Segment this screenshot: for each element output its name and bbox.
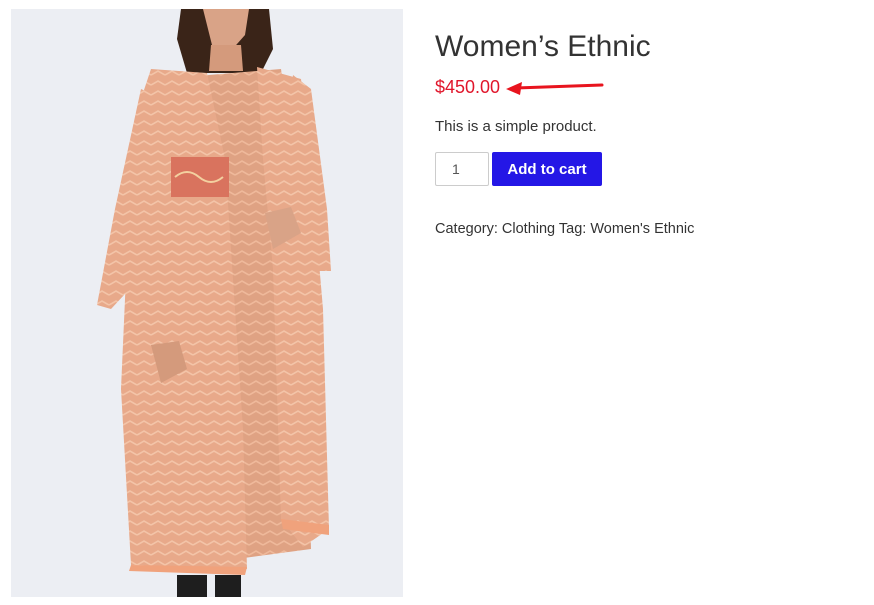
add-to-cart-button[interactable]: Add to cart bbox=[492, 152, 602, 186]
tag-link[interactable]: Women's Ethnic bbox=[590, 221, 694, 237]
tag-label: Tag: bbox=[558, 221, 587, 237]
quantity-input[interactable] bbox=[435, 152, 489, 186]
add-to-cart-form: Add to cart bbox=[435, 152, 602, 186]
product-short-description: This is a simple product. bbox=[435, 118, 597, 135]
product-photo-illustration bbox=[97, 9, 331, 597]
product-image[interactable] bbox=[11, 9, 403, 597]
product-price: $450.00 bbox=[435, 77, 501, 97]
annotation-arrow-icon bbox=[506, 81, 604, 95]
category-link[interactable]: Clothing bbox=[502, 221, 555, 237]
product-meta: Category: Clothing Tag: Women's Ethnic bbox=[435, 221, 694, 237]
category-label: Category: bbox=[435, 221, 498, 237]
price-row: $450.00 bbox=[435, 77, 606, 98]
product-title: Women’s Ethnic bbox=[435, 30, 651, 63]
